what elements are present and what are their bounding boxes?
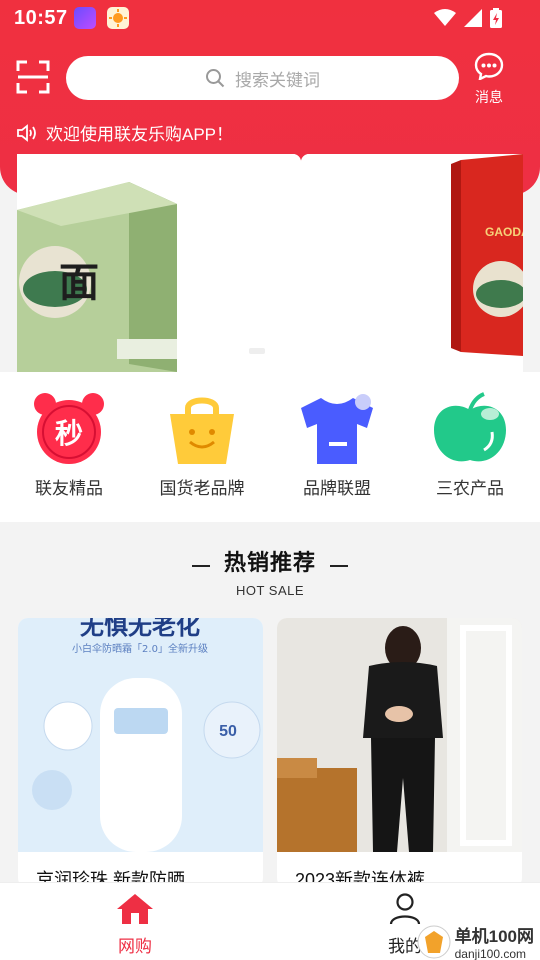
status-indicators (434, 8, 502, 28)
seckill-clock-icon: 秒 (31, 392, 107, 466)
category-item[interactable]: 国货老品牌 (147, 392, 257, 499)
banner-left-text: 面 (59, 260, 99, 305)
watermark-url: danji100.com (454, 947, 527, 960)
notice-text: 欢迎使用联友乐购APP！ (46, 125, 234, 144)
product-image: 无惧无老化 小白伞防晒霜「2.0」全新升级 50 (18, 618, 263, 852)
divider (191, 564, 210, 567)
user-icon (389, 893, 421, 925)
podcast-app-icon (74, 7, 96, 29)
signal-icon (464, 9, 482, 27)
search-icon (206, 69, 225, 88)
watermark-logo-icon (417, 925, 451, 958)
category-item[interactable]: 三农产品 (415, 392, 525, 499)
product-image-title: 无惧无老化 (80, 618, 200, 640)
tshirt-icon (299, 392, 375, 466)
svg-text:50: 50 (219, 723, 237, 740)
category-label: 联友精品 (35, 479, 103, 498)
message-label: 消息 (475, 89, 503, 105)
search-placeholder: 搜索关键词 (235, 70, 320, 90)
speaker-icon (17, 123, 36, 142)
product-card[interactable]: 2023新款连体裤 (277, 618, 522, 888)
tab-home[interactable]: 网购 (95, 893, 175, 957)
scan-button[interactable] (16, 60, 50, 94)
status-bar: 10:57 (0, 0, 540, 36)
banner-pager-dot (249, 348, 265, 354)
category-item[interactable]: 秒 联友精品 (14, 392, 124, 499)
battery-icon (490, 8, 502, 28)
product-image (277, 618, 522, 852)
banner-right-text: GAODA (485, 225, 523, 239)
product-image-subtitle: 小白伞防晒霜「2.0」全新升级 (72, 642, 208, 655)
home-icon (117, 894, 153, 924)
apple-icon (432, 392, 508, 466)
watermark-text: 单机100网 (454, 927, 534, 946)
notice-bar: 欢迎使用联友乐购APP！ (16, 120, 233, 145)
noodle-box-image: 面 (17, 154, 301, 372)
product-card[interactable]: 无惧无老化 小白伞防晒霜「2.0」全新升级 50 京润珍珠 新款防晒 (18, 618, 263, 888)
section-title: 热销推荐 (223, 550, 316, 575)
category-label: 国货老品牌 (159, 479, 245, 498)
category-badge: 秒 (55, 417, 83, 450)
banner-slide[interactable]: 面 (17, 154, 301, 372)
status-time: 10:57 (14, 7, 68, 29)
banner-slide-next[interactable]: GAODA (301, 154, 523, 372)
watermark: 单机100网 danji100.com (417, 922, 534, 960)
wifi-icon (434, 9, 456, 26)
search-input[interactable]: 搜索关键词 (66, 56, 459, 100)
divider (330, 564, 349, 567)
category-label: 品牌联盟 (303, 479, 371, 498)
hot-sale-header: 热销推荐 HOT SALE (0, 545, 540, 598)
message-button[interactable]: 消息 (468, 52, 510, 107)
category-grid: 秒 联友精品 国货老品牌 品牌联盟 三农产品 (0, 372, 540, 522)
section-subtitle: HOT SALE (235, 583, 305, 598)
scan-icon (16, 60, 50, 94)
sun-app-icon (107, 7, 129, 29)
category-label: 三农产品 (436, 479, 504, 498)
shopping-bag-icon (164, 392, 240, 466)
chat-bubble-icon (474, 52, 504, 82)
gift-box-image: GAODA (301, 154, 523, 372)
tab-label: 网购 (118, 937, 152, 956)
category-item[interactable]: 品牌联盟 (282, 392, 392, 499)
